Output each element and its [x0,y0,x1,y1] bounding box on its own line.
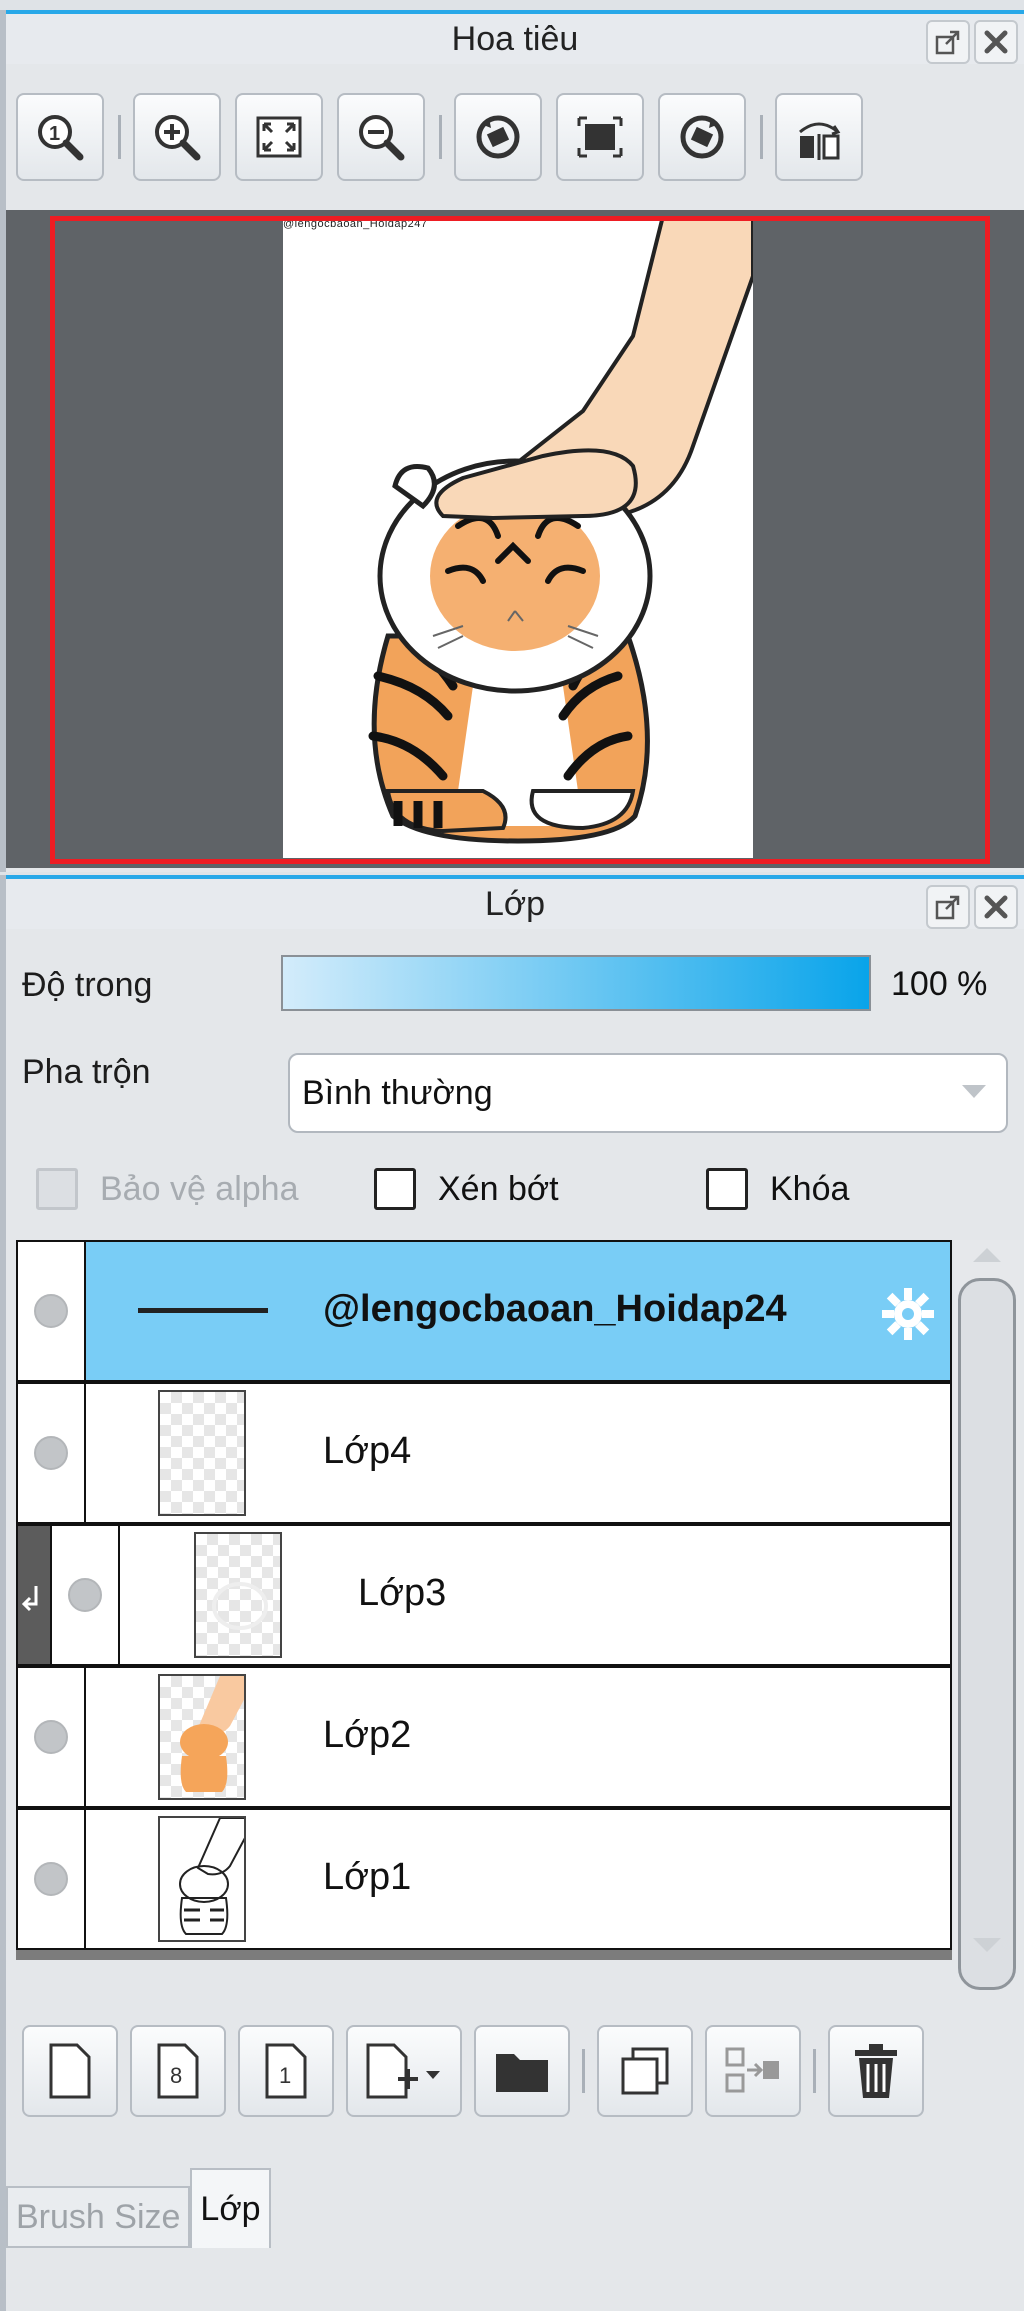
view-area-frame[interactable] [50,216,990,864]
merge-down-icon[interactable] [705,2025,801,2117]
layer-toolbar: 8 1 [22,2015,1010,2127]
layer-titlebar[interactable]: Lớp [6,875,1024,929]
layer-row[interactable]: Lớp1 [16,1808,952,1950]
visibility-toggle[interactable] [52,1526,120,1664]
add-layer-dropdown-icon[interactable] [346,2025,462,2117]
lock-label: Khóa [770,1169,850,1208]
actual-size-icon[interactable]: 1 [16,93,104,181]
layer-row[interactable]: Lớp4 [16,1382,952,1524]
opacity-label: Độ trong [22,965,153,1004]
layer-thumbnail [158,1674,246,1800]
layer-thumbnail [158,1816,246,1942]
scrollbar-thumb[interactable] [958,1278,1016,1990]
layer-thumbnail [194,1532,282,1658]
eye-icon [68,1578,102,1612]
eye-icon [34,1720,68,1754]
visibility-toggle[interactable] [18,1242,86,1380]
opacity-slider[interactable] [281,955,871,1011]
lock-checkbox[interactable]: Khóa [706,1168,849,1210]
navigator-toolbar: 1 [16,72,1014,202]
layer-name: Lớp1 [323,1856,412,1898]
duplicate-layer-icon[interactable] [597,2025,693,2117]
panel-tabs: Brush Size Lớp [6,2168,271,2248]
checkbox-box [706,1168,748,1210]
flip-horizontal-icon[interactable] [775,93,863,181]
toolbar-separator [118,115,121,159]
clip-checkbox[interactable]: Xén bớt [374,1168,559,1210]
layer-panel-title: Lớp [484,884,546,923]
navigator-titlebar[interactable]: Hoa tiêu [6,10,1024,64]
eye-icon [34,1862,68,1896]
new-1bit-layer-icon[interactable]: 1 [238,2025,334,2117]
chevron-down-icon [962,1085,986,1098]
layer-name: Lớp3 [358,1572,447,1614]
blend-mode-select[interactable]: Bình thường [288,1053,1008,1133]
clipping-indicator [18,1526,52,1664]
clip-label: Xén bớt [438,1169,559,1208]
protect-alpha-checkbox[interactable]: Bảo vệ alpha [36,1168,299,1210]
navigator-panel: Hoa tiêu 1 @lengocbaoan_Hoidap247 [0,10,1024,872]
trash-icon[interactable] [828,2025,924,2117]
layer-row[interactable]: Lớp2 [16,1666,952,1808]
gear-icon[interactable] [880,1286,936,1342]
navigator-preview[interactable]: @lengocbaoan_Hoidap247 [6,210,1024,868]
zoom-in-icon[interactable] [133,93,221,181]
svg-text:1: 1 [279,2063,291,2088]
close-icon[interactable] [974,885,1018,929]
popout-icon[interactable] [926,885,970,929]
blend-label: Pha trộn [22,1052,151,1091]
tab-brush-size[interactable]: Brush Size [6,2186,191,2248]
opacity-value: 100 % [891,965,988,1003]
text-layer-preview-icon [138,1308,268,1313]
checkbox-box [374,1168,416,1210]
new-8bit-layer-icon[interactable]: 8 [130,2025,226,2117]
tab-layer-label: Lớp [200,2189,261,2228]
layer-name: @lengocbaoan_Hoidap24 [323,1288,787,1330]
scroll-down-arrow-icon[interactable] [973,1938,1001,1952]
new-folder-icon[interactable] [474,2025,570,2117]
layer-panel: Lớp Độ trong 100 % Pha trộn Bình thường … [0,875,1024,2311]
tab-layer[interactable]: Lớp [190,2168,271,2248]
fit-to-window-icon[interactable] [235,93,323,181]
clip-arrow-icon [21,1586,38,1612]
svg-text:1: 1 [49,123,60,145]
visibility-toggle[interactable] [18,1810,86,1948]
layer-name: Lớp2 [323,1714,412,1756]
rotate-left-icon[interactable] [454,93,542,181]
rotate-right-icon[interactable] [658,93,746,181]
toolbar-separator [760,115,763,159]
layer-scrollbar[interactable] [954,1240,1020,1990]
layer-thumbnail [158,1390,246,1516]
layer-row-text[interactable]: @lengocbaoan_Hoidap24 [16,1240,952,1382]
layer-list: @lengocbaoan_Hoidap24 Lớp4 Lớp3 Lớp2 Lớp… [16,1240,952,1960]
navigator-title: Hoa tiêu [451,19,579,58]
layer-row[interactable]: Lớp3 [16,1524,952,1666]
new-layer-icon[interactable] [22,2025,118,2117]
scroll-up-arrow-icon[interactable] [973,1248,1001,1262]
reset-rotation-icon[interactable] [556,93,644,181]
toolbar-separator [439,115,442,159]
blend-mode-value: Bình thường [302,1073,493,1112]
eye-icon [34,1294,68,1328]
toolbar-separator [813,2049,816,2093]
svg-text:8: 8 [170,2063,182,2088]
close-icon[interactable] [974,20,1018,64]
zoom-out-icon[interactable] [337,93,425,181]
layer-name: Lớp4 [323,1430,412,1472]
checkbox-box [36,1168,78,1210]
protect-alpha-label: Bảo vệ alpha [100,1169,299,1208]
toolbar-separator [582,2049,585,2093]
popout-icon[interactable] [926,20,970,64]
visibility-toggle[interactable] [18,1384,86,1522]
visibility-toggle[interactable] [18,1668,86,1806]
tab-brush-size-label: Brush Size [16,2197,181,2236]
eye-icon [34,1436,68,1470]
